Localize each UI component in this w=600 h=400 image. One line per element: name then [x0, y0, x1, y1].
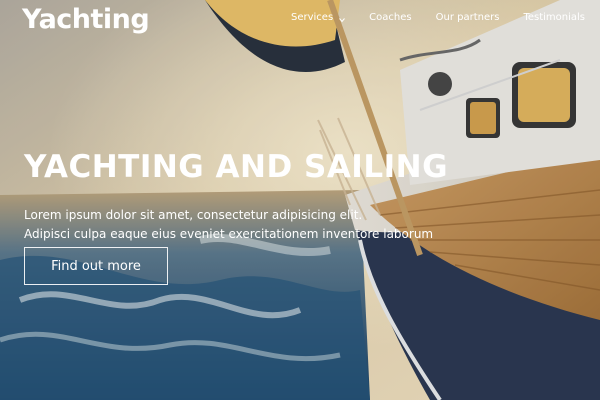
hero-description-line-1: Lorem ipsum dolor sit amet, consectetur …: [24, 208, 363, 222]
hero-title: YACHTING AND SAILING: [24, 149, 449, 185]
top-navigation: Yachting Services Coaches Our partners T…: [0, 0, 600, 44]
site-logo[interactable]: Yachting: [22, 4, 150, 35]
nav-item-testimonials[interactable]: Testimonials: [523, 12, 585, 23]
find-out-more-button[interactable]: Find out more: [24, 247, 168, 285]
nav-item-label: Services: [291, 12, 334, 23]
hero-background-image: [0, 0, 600, 400]
chevron-down-icon: [339, 15, 346, 22]
nav-item-label: Testimonials: [523, 12, 585, 23]
main-nav: Services Coaches Our partners Testimonia…: [267, 12, 585, 23]
hero-section: Yachting Services Coaches Our partners T…: [0, 0, 600, 400]
hero-description: Lorem ipsum dolor sit amet, consectetur …: [24, 206, 454, 244]
nav-item-our-partners[interactable]: Our partners: [436, 12, 500, 23]
nav-item-services[interactable]: Services: [291, 12, 346, 23]
hero-description-line-2: Adipisci culpa eaque eius eveniet exerci…: [24, 227, 434, 241]
nav-item-label: Coaches: [369, 12, 412, 23]
nav-item-coaches[interactable]: Coaches: [369, 12, 411, 23]
nav-item-label: Our partners: [435, 12, 500, 23]
